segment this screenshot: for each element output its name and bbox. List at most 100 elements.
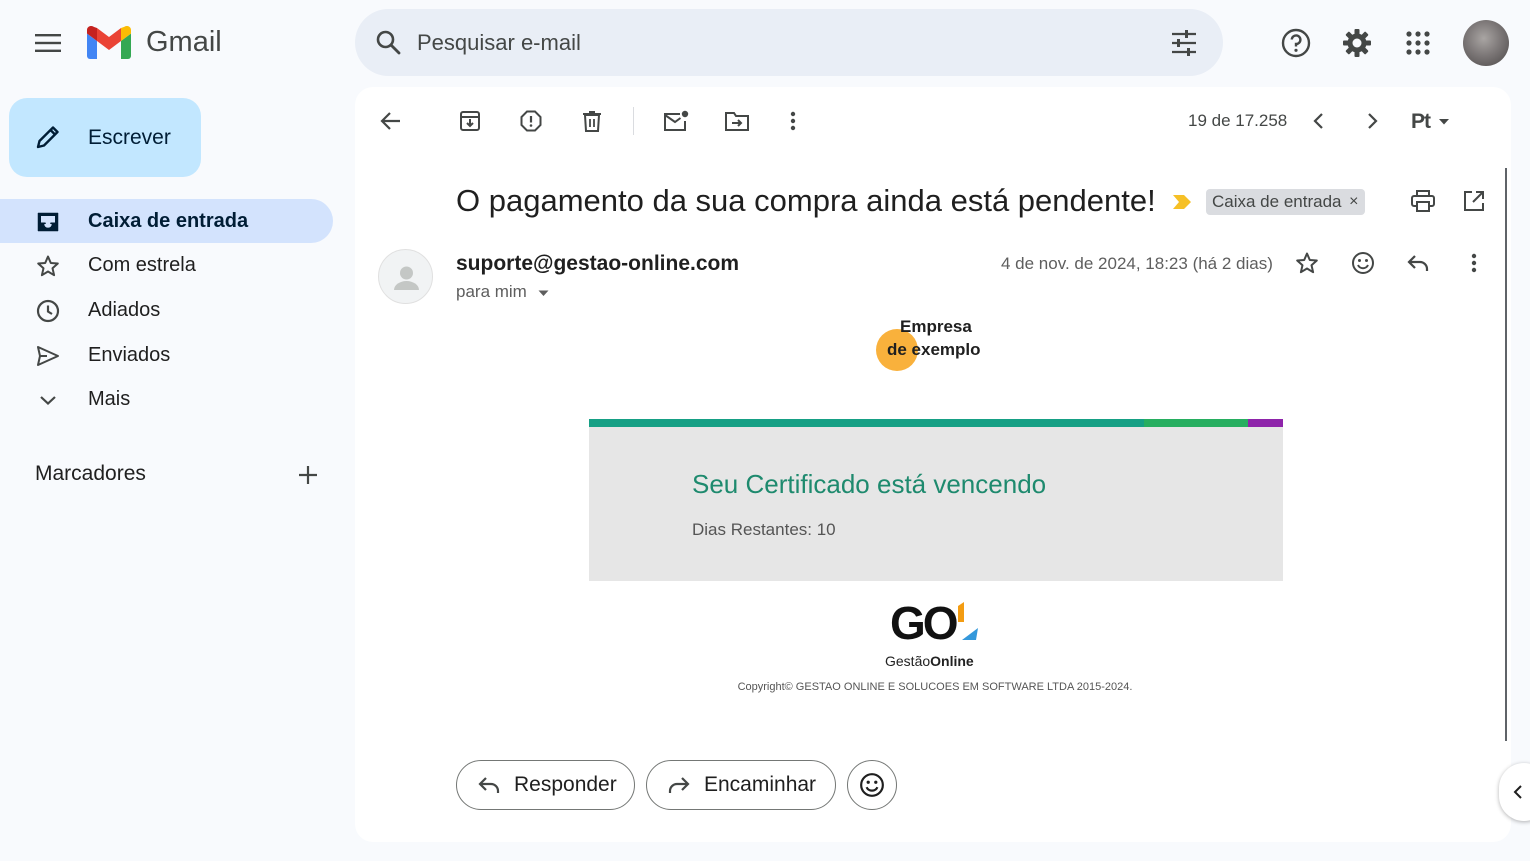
search-input[interactable] xyxy=(417,27,1117,59)
sidebar-item-label: Caixa de entrada xyxy=(88,209,249,232)
open-new-window-button[interactable] xyxy=(1454,181,1494,221)
chevron-right-icon xyxy=(1368,113,1378,129)
sidebar-item-label: Adiados xyxy=(88,298,161,321)
reply-button[interactable] xyxy=(1398,243,1438,283)
certificate-title: Seu Certificado está vencendo xyxy=(692,469,1047,499)
gear-icon xyxy=(1343,29,1371,57)
remove-label-button[interactable]: × xyxy=(1349,189,1358,215)
gmail-m-icon xyxy=(87,26,131,59)
reply-pill-button[interactable]: Responder xyxy=(456,760,635,810)
person-icon xyxy=(394,266,419,290)
gestao-online-logo: GO GestãoOnline xyxy=(880,598,992,670)
input-tools-button[interactable]: Pt xyxy=(1411,110,1450,134)
search-bar[interactable] xyxy=(355,9,1223,76)
gmail-wordmark: Gmail xyxy=(146,26,222,58)
forward-label: Encaminhar xyxy=(704,773,817,796)
gmail-logo[interactable]: Gmail xyxy=(87,26,222,59)
toolbar-divider xyxy=(633,107,634,135)
help-icon xyxy=(1281,28,1311,58)
sender-avatar xyxy=(378,249,433,304)
recipient-label: para mim xyxy=(456,282,527,301)
send-icon xyxy=(35,343,61,369)
plus-icon xyxy=(299,466,317,484)
search-options-icon[interactable] xyxy=(1170,30,1198,56)
company-logo: Empresa de exemplo xyxy=(870,313,1000,373)
move-to-button[interactable] xyxy=(717,101,757,141)
certificate-card xyxy=(589,427,1283,581)
move-folder-icon xyxy=(725,112,749,131)
apps-button[interactable] xyxy=(1398,23,1438,63)
go-logo-accent-icon xyxy=(958,602,978,640)
sidebar-item-label: Com estrela xyxy=(88,253,196,276)
older-button[interactable] xyxy=(1353,101,1393,141)
delete-button[interactable] xyxy=(572,101,612,141)
days-remaining: Dias Restantes: 10 xyxy=(692,520,836,539)
report-spam-button[interactable] xyxy=(511,101,551,141)
go-logo-wordmark: GestãoOnline xyxy=(885,653,974,669)
caret-down-icon xyxy=(1439,119,1449,125)
input-tools-label: Pt xyxy=(1411,110,1431,133)
pagination-text: 19 de 17.258 xyxy=(1188,111,1288,130)
star-outline-icon xyxy=(1296,252,1318,274)
archive-button[interactable] xyxy=(450,101,490,141)
labels-heading: Marcadores xyxy=(35,462,146,485)
forward-pill-button[interactable]: Encaminhar xyxy=(646,760,836,810)
chevron-down-icon xyxy=(35,387,61,413)
open-in-new-icon xyxy=(1464,191,1484,211)
sidebar-item-inbox[interactable]: Caixa de entrada xyxy=(0,199,333,243)
arrow-left-icon xyxy=(380,112,400,130)
main-menu-button[interactable] xyxy=(28,23,68,63)
label-chip-text: Caixa de entrada xyxy=(1212,192,1342,211)
add-reaction-button[interactable] xyxy=(1343,243,1383,283)
create-label-button[interactable] xyxy=(288,455,328,495)
email-subject: O pagamento da sua compra ainda está pen… xyxy=(456,183,1156,218)
printer-icon xyxy=(1411,190,1435,212)
important-marker-icon[interactable] xyxy=(1172,194,1192,210)
header-stripe xyxy=(589,419,1283,427)
settings-button[interactable] xyxy=(1337,23,1377,63)
recipient-details-toggle[interactable]: para mim xyxy=(456,282,549,302)
compose-label: Escrever xyxy=(88,125,171,149)
clock-icon xyxy=(35,298,61,324)
reply-label: Responder xyxy=(514,773,617,796)
sender-email: suporte@gestao-online.com xyxy=(456,252,740,275)
sidebar-item-snoozed[interactable]: Adiados xyxy=(0,288,333,332)
account-avatar[interactable] xyxy=(1463,20,1509,66)
help-button[interactable] xyxy=(1276,23,1316,63)
emoji-icon xyxy=(860,773,884,797)
logo-line-2: de exemplo xyxy=(887,340,981,359)
back-button[interactable] xyxy=(371,101,411,141)
print-button[interactable] xyxy=(1403,181,1443,221)
sidebar-item-label: Enviados xyxy=(88,343,171,366)
emoji-reaction-pill-button[interactable] xyxy=(847,760,897,810)
hamburger-icon xyxy=(35,34,61,52)
copyright-text: Copyright© GESTAO ONLINE E SOLUCOES EM S… xyxy=(737,681,1133,693)
search-icon[interactable] xyxy=(375,29,401,55)
mark-unread-button[interactable] xyxy=(656,101,696,141)
apps-grid-icon xyxy=(1406,31,1430,55)
chevron-left-icon xyxy=(1513,785,1522,799)
star-button[interactable] xyxy=(1287,243,1327,283)
message-scrollbar[interactable] xyxy=(1505,168,1507,741)
newer-button[interactable] xyxy=(1298,101,1338,141)
pencil-icon xyxy=(36,126,59,149)
reply-icon xyxy=(478,777,500,793)
more-vert-icon xyxy=(1471,253,1477,273)
reply-icon xyxy=(1407,255,1429,271)
sidebar-item-more[interactable]: Mais xyxy=(0,377,333,421)
message-more-button[interactable] xyxy=(1454,243,1494,283)
sidebar-item-starred[interactable]: Com estrela xyxy=(0,243,333,287)
logo-line-1: Empresa xyxy=(900,317,972,336)
compose-button[interactable]: Escrever xyxy=(9,98,201,177)
forward-icon xyxy=(668,777,690,793)
more-actions-button[interactable] xyxy=(773,101,813,141)
trash-icon xyxy=(583,111,601,132)
star-icon xyxy=(35,253,61,279)
report-icon xyxy=(520,110,542,132)
sidebar-item-sent[interactable]: Enviados xyxy=(0,333,333,377)
emoji-icon xyxy=(1352,252,1374,274)
archive-icon xyxy=(460,111,480,131)
label-chip: Caixa de entrada × xyxy=(1206,189,1366,215)
mark-unread-icon xyxy=(664,110,689,131)
inbox-icon xyxy=(35,209,61,235)
